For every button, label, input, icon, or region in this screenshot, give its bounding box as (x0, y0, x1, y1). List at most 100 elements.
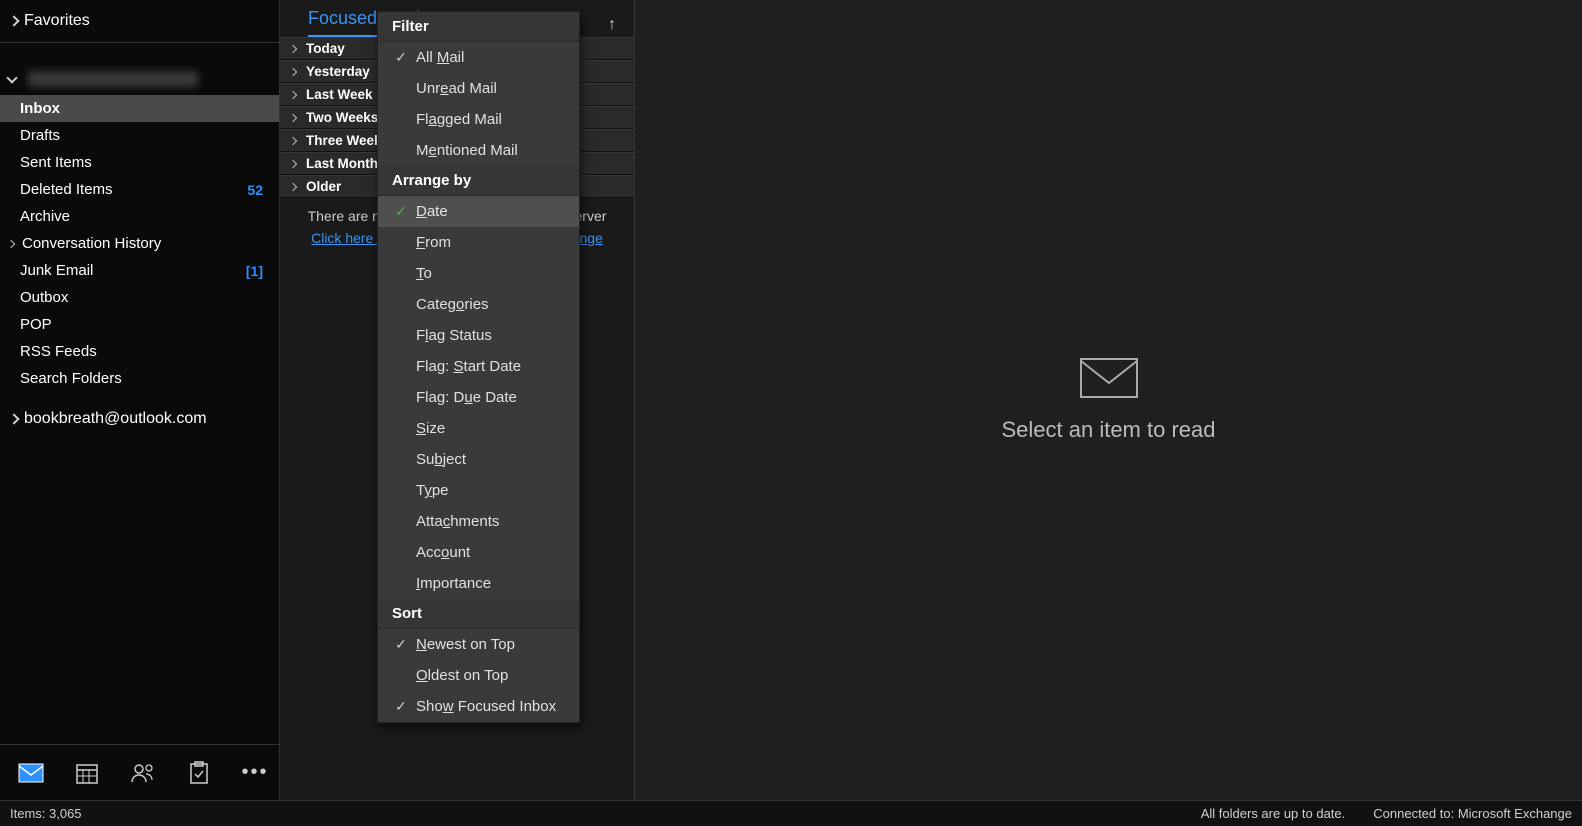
mail-icon[interactable] (18, 760, 44, 786)
menu-item-label: Importance (416, 575, 491, 592)
folder-junk-email[interactable]: Junk Email [1] (0, 257, 279, 284)
account-header-1[interactable] (0, 61, 279, 95)
tasks-icon[interactable] (186, 760, 212, 786)
folder-outbox[interactable]: Outbox (0, 284, 279, 311)
menu-item[interactable]: Mentioned Mail (378, 135, 579, 166)
folder-search-folders[interactable]: Search Folders (0, 365, 279, 392)
check-icon: ✓ (392, 203, 410, 220)
menu-item-label: Unread Mail (416, 80, 497, 97)
menu-item-label: To (416, 265, 432, 282)
folder-conversation-history[interactable]: Conversation History (0, 230, 279, 257)
menu-item[interactable]: Subject (378, 444, 579, 475)
folder-sent-items[interactable]: Sent Items (0, 149, 279, 176)
folder-label: Conversation History (22, 235, 161, 252)
folder-deleted-items[interactable]: Deleted Items 52 (0, 176, 279, 203)
chevron-right-icon (289, 90, 297, 98)
status-items-count: Items: 3,065 (10, 806, 82, 821)
folder-label: Search Folders (20, 370, 122, 387)
menu-item-label: Flag: Due Date (416, 389, 517, 406)
reading-pane: Select an item to read (635, 0, 1582, 800)
chevron-down-icon (6, 72, 17, 83)
menu-item-label: Flag: Start Date (416, 358, 521, 375)
group-label: Yesterday (306, 64, 370, 79)
menu-item-label: Attachments (416, 513, 499, 530)
folder-badge: 52 (247, 182, 263, 198)
check-icon: ✓ (392, 49, 410, 66)
account-name: bookbreath@outlook.com (24, 410, 207, 428)
menu-item-label: Flag Status (416, 327, 492, 344)
group-label: Today (306, 41, 345, 56)
menu-item[interactable]: Flag: Start Date (378, 351, 579, 382)
menu-item[interactable]: Categories (378, 289, 579, 320)
chevron-right-icon (8, 413, 19, 424)
menu-item-label: Size (416, 420, 445, 437)
favorites-label: Favorites (24, 12, 90, 30)
folder-label: Drafts (20, 127, 60, 144)
menu-item[interactable]: To (378, 258, 579, 289)
menu-section-filter: Filter (378, 12, 579, 42)
menu-item-label: Account (416, 544, 470, 561)
chevron-right-icon (289, 159, 297, 167)
folder-label: Sent Items (20, 154, 92, 171)
folder-label: Junk Email (20, 262, 93, 279)
menu-item[interactable]: Size (378, 413, 579, 444)
menu-item-label: Newest on Top (416, 636, 515, 653)
menu-item[interactable]: ✓ Date (378, 196, 579, 227)
envelope-icon (1079, 357, 1139, 399)
menu-item[interactable]: ✓Newest on Top (378, 629, 579, 660)
folder-pane: Favorites Inbox Drafts Sent Items Delete… (0, 0, 280, 800)
tab-focused[interactable]: Focused (308, 8, 377, 37)
folder-drafts[interactable]: Drafts (0, 122, 279, 149)
menu-item[interactable]: From (378, 227, 579, 258)
account-name-blurred (28, 71, 198, 87)
menu-item-label: From (416, 234, 451, 251)
calendar-icon[interactable] (74, 760, 100, 786)
chevron-right-icon (289, 67, 297, 75)
menu-item[interactable]: Flag Status (378, 320, 579, 351)
menu-item[interactable]: Unread Mail (378, 73, 579, 104)
menu-item-label: Show Focused Inbox (416, 698, 556, 715)
people-icon[interactable] (130, 760, 156, 786)
menu-item[interactable]: Oldest on Top (378, 660, 579, 691)
menu-item[interactable]: Flagged Mail (378, 104, 579, 135)
folder-label: Outbox (20, 289, 68, 306)
folder-archive[interactable]: Archive (0, 203, 279, 230)
status-folders: All folders are up to date. (1201, 806, 1346, 821)
menu-section-arrange: Arrange by (378, 166, 579, 196)
chevron-right-icon (7, 239, 15, 247)
menu-item-label: Mentioned Mail (416, 142, 518, 159)
menu-item-label: Date (416, 203, 448, 220)
folder-pop[interactable]: POP (0, 311, 279, 338)
folder-label: Inbox (20, 100, 60, 117)
group-label: Older (306, 179, 341, 194)
menu-section-sort: Sort (378, 599, 579, 629)
menu-item[interactable]: Account (378, 537, 579, 568)
menu-item-label: All Mail (416, 49, 464, 66)
menu-item[interactable]: Importance (378, 568, 579, 599)
group-label: Last Week (306, 87, 373, 102)
folder-label: Deleted Items (20, 181, 113, 198)
status-connected: Connected to: Microsoft Exchange (1373, 806, 1572, 821)
folder-label: RSS Feeds (20, 343, 97, 360)
menu-item[interactable]: Type (378, 475, 579, 506)
group-label: Last Month (306, 156, 378, 171)
menu-item[interactable]: Flag: Due Date (378, 382, 579, 413)
folder-badge: [1] (246, 263, 263, 279)
menu-item[interactable]: ✓ Show Focused Inbox (378, 691, 579, 722)
folder-inbox[interactable]: Inbox (0, 95, 279, 122)
folder-label: Archive (20, 208, 70, 225)
check-icon: ✓ (392, 698, 410, 715)
chevron-right-icon (289, 182, 297, 190)
folder-rss-feeds[interactable]: RSS Feeds (0, 338, 279, 365)
account-header-2[interactable]: bookbreath@outlook.com (0, 392, 279, 438)
folder-label: POP (20, 316, 52, 333)
chevron-right-icon (289, 113, 297, 121)
reading-pane-text: Select an item to read (1001, 417, 1215, 443)
menu-item[interactable]: ✓ All Mail (378, 42, 579, 73)
more-icon[interactable]: ••• (242, 760, 268, 786)
menu-item[interactable]: Attachments (378, 506, 579, 537)
menu-item-label: Oldest on Top (416, 667, 508, 684)
status-bar: Items: 3,065 All folders are up to date.… (0, 800, 1582, 826)
favorites-header[interactable]: Favorites (0, 0, 279, 43)
sort-direction-icon[interactable]: ↑ (608, 16, 622, 30)
